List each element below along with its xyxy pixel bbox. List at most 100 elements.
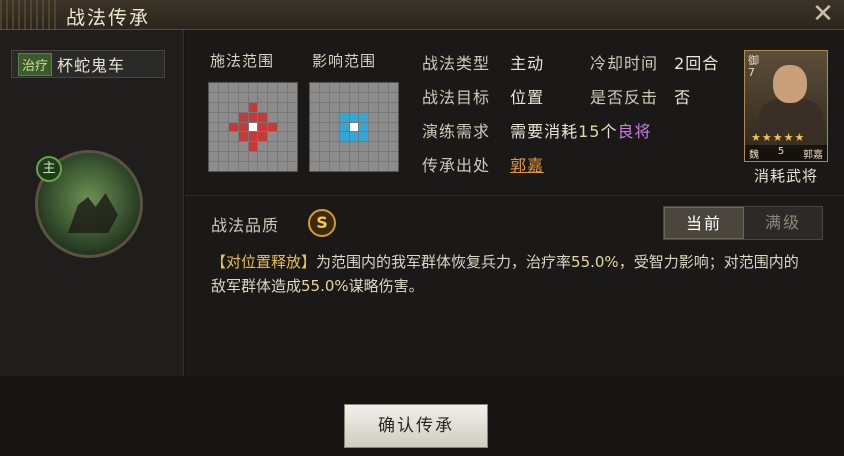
grid-cell [228,92,238,102]
grid-cell [218,102,228,112]
grid-cell [268,102,278,112]
tab-max-level[interactable]: 满级 [744,207,822,239]
general-portrait[interactable]: 御7 ★★★★★ 魏 5 郭嘉 [744,50,828,162]
main-area: 施法范围 影响范围 战法类型 主动 冷却时间 2回合 战法目标 位置 是否反击 … [185,30,844,376]
grid-cell [209,92,218,102]
grid-cell [310,122,319,132]
requirement-unit: 个 [600,122,618,141]
target-key: 战法目标 [422,88,491,107]
grid-cell [258,142,268,152]
grid-cell [389,122,398,132]
grid-cell [310,162,319,171]
grid-cell [379,142,389,152]
grid-cell [218,162,228,171]
grid-cell [379,152,389,162]
grid-cell [228,152,238,162]
grid-cell [288,92,297,102]
source-key: 传承出处 [422,156,491,175]
counter-row: 是否反击 否 [590,84,691,108]
grid-cell [268,83,278,92]
grid-cell [218,122,228,132]
grid-cell [349,112,359,122]
grid-cell [319,122,329,132]
confirm-inherit-button[interactable]: 确认传承 [344,404,488,448]
requirement-prefix: 需要消耗 [510,122,579,141]
level-toggle: 当前 满级 [663,206,823,240]
title-ornament [0,0,60,30]
grid-cell [268,112,278,122]
general-name: 郭嘉 [803,150,823,161]
grid-cell [349,92,359,102]
main-skill-badge: 主 [36,156,62,182]
grid-cell [238,92,248,102]
grid-cell [339,152,349,162]
grid-cell [349,102,359,112]
grid-cell [339,83,349,92]
grid-cell [369,132,379,142]
emblem-figure [68,193,118,233]
grid-cell [238,102,248,112]
grid-cell [329,162,339,171]
grid-cell [379,132,389,142]
grid-cell [238,132,248,142]
grid-cell [389,83,398,92]
grid-cell [319,102,329,112]
grid-cell [359,83,369,92]
close-icon[interactable]: ✕ [810,1,836,27]
grid-cell [359,122,369,132]
grid-cell [319,152,329,162]
grid-cell [258,132,268,142]
grid-cell [369,142,379,152]
grid-cell [319,92,329,102]
grid-cell [209,112,218,122]
tab-current[interactable]: 当前 [664,207,744,239]
grid-cell [238,152,248,162]
description-target: 【对位置释放】 [211,253,317,271]
grid-cell [389,112,398,122]
source-row: 传承出处 郭嘉 [422,152,544,176]
window-title: 战法传承 [66,7,151,29]
general-faction: 魏 [749,150,759,161]
grid-cell [278,92,288,102]
grid-cell [209,152,218,162]
grid-cell [349,152,359,162]
grid-cell [329,102,339,112]
grid-cell [319,132,329,142]
grid-cell [258,102,268,112]
grid-cell [329,152,339,162]
grid-cell [379,83,389,92]
description-part1: 为范围内的我军群体恢复兵力，治疗率 [316,253,572,271]
grid-cell [319,83,329,92]
target-value: 位置 [510,88,545,107]
grid-cell [278,83,288,92]
grid-cell [288,152,297,162]
grid-cell [248,122,258,132]
grid-cell [288,162,297,171]
grid-cell [339,132,349,142]
star-rating: ★★★★★ [751,131,806,144]
counter-key: 是否反击 [590,88,659,107]
grid-cell [329,83,339,92]
grid-cell [359,152,369,162]
grid-cell [228,162,238,171]
skill-type-key: 战法类型 [422,54,491,73]
grid-cell [258,122,268,132]
source-general-link[interactable]: 郭嘉 [510,156,544,175]
grid-cell [258,112,268,122]
grid-cell [339,92,349,102]
grid-cell [310,132,319,142]
grid-cell [218,92,228,102]
damage-rate: 55.0% [301,277,349,295]
grid-cell [329,142,339,152]
grid-cell [228,122,238,132]
requirement-key: 演练需求 [422,122,491,141]
grid-cell [359,132,369,142]
grid-cell [248,92,258,102]
effect-range-label: 影响范围 [312,52,377,70]
grid-cell [319,142,329,152]
grid-cell [278,142,288,152]
grid-cell [369,112,379,122]
skill-type-value: 主动 [510,54,545,73]
grid-cell [288,83,297,92]
grid-cell [339,122,349,132]
